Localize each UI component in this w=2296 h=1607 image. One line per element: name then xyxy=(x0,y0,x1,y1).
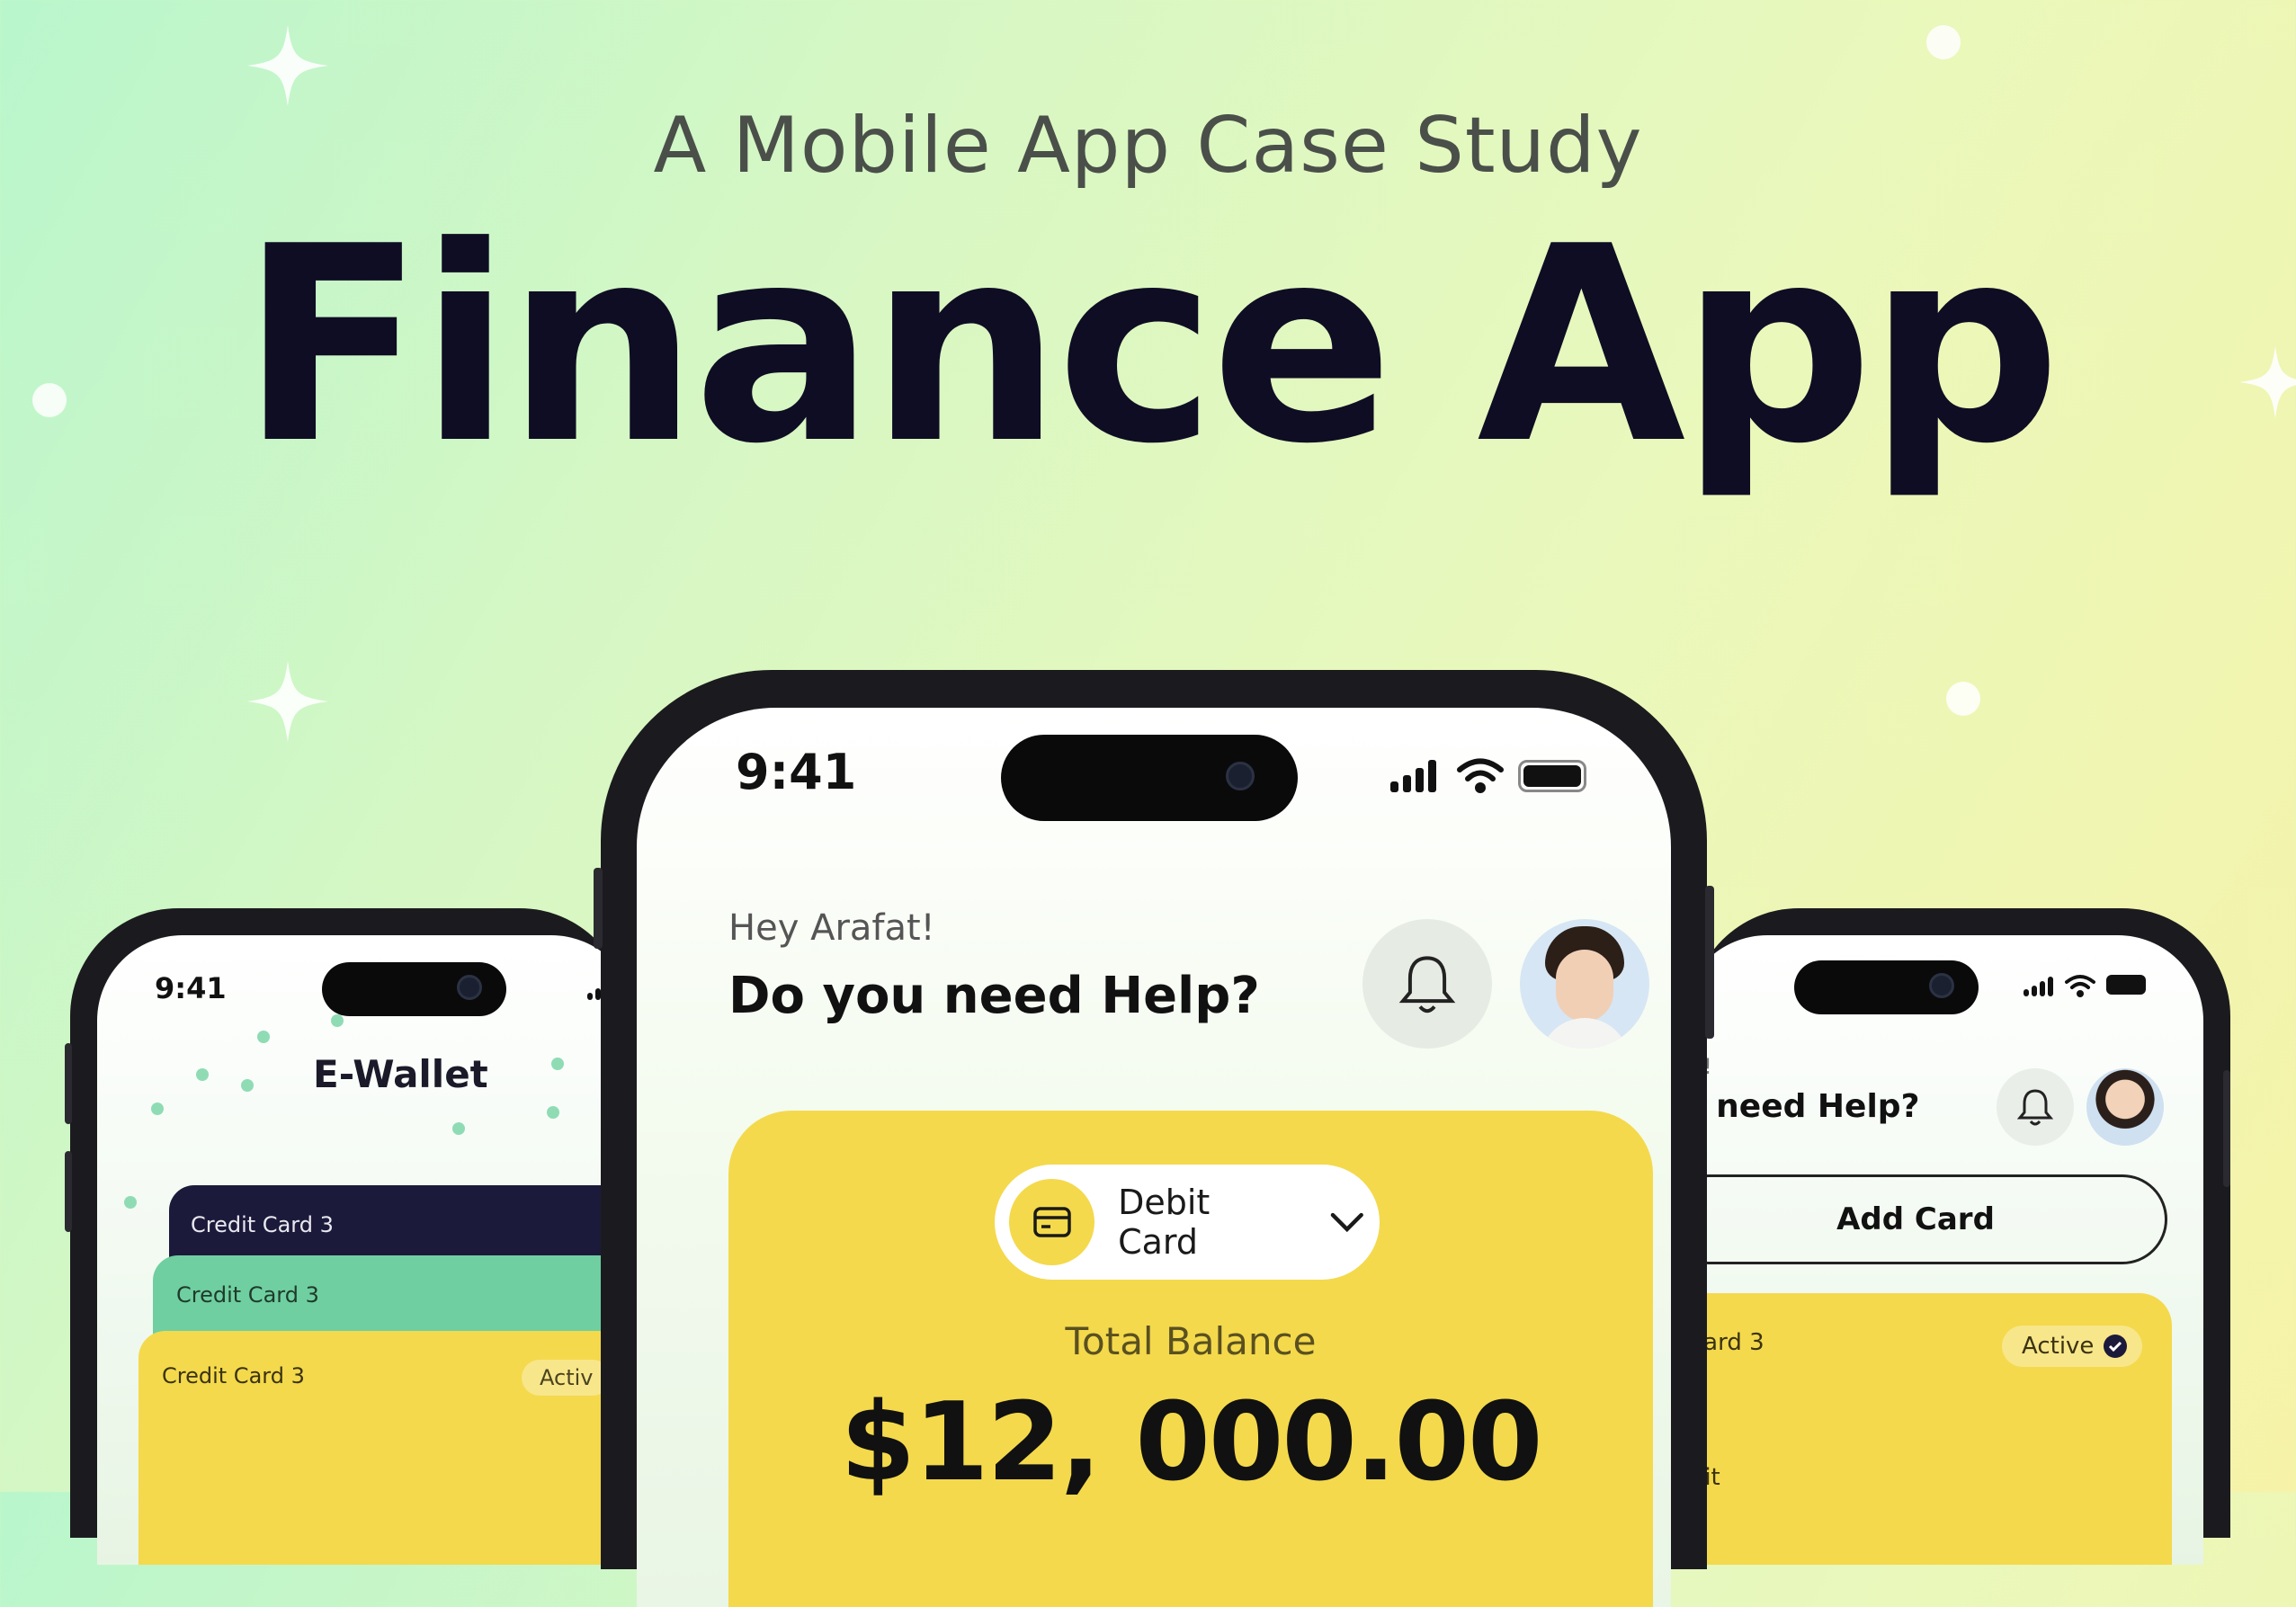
notification-button[interactable] xyxy=(1362,919,1492,1049)
badge-label: Active xyxy=(2022,1333,2095,1360)
balance-card[interactable]: Debit Card Total Balance $12, 000.00 xyxy=(728,1111,1653,1607)
credit-card-yellow[interactable]: Credit Card 3 Activ xyxy=(138,1331,637,1565)
dynamic-island xyxy=(322,962,506,1016)
center-phone-mockup: 9:41 Hey Arafat! Do you need Help? Debit… xyxy=(594,670,1714,1607)
center-phone-screen: 9:41 Hey Arafat! Do you need Help? Debit… xyxy=(637,708,1671,1607)
sparkle-icon xyxy=(247,25,328,106)
dynamic-island xyxy=(1794,960,1979,1014)
bell-icon xyxy=(2017,1089,2053,1126)
check-circle-icon xyxy=(2104,1335,2128,1358)
status-badge: Activ xyxy=(522,1360,612,1396)
avatar[interactable] xyxy=(1520,919,1649,1049)
card-type-label: Debit Card xyxy=(1118,1183,1211,1262)
signal-icon xyxy=(2024,977,2056,996)
card-label: Credit Card 3 xyxy=(191,1212,334,1237)
decor-dot xyxy=(1946,682,1980,716)
decor-dot xyxy=(1926,25,1961,59)
status-badge: Active xyxy=(2002,1326,2143,1367)
left-phone-screen: 9:41 E-Wallet Credit Card 3 Credit Card … xyxy=(97,935,637,1565)
left-phone-mockup: 9:41 E-Wallet Credit Card 3 Credit Card … xyxy=(65,908,637,1565)
right-phone-mockup: at! u need Help? Add Card Card 3 Active … xyxy=(1682,908,2230,1565)
greeting-text: Hey Arafat! xyxy=(728,907,935,949)
card-label: Credit Card 3 xyxy=(176,1282,319,1308)
right-phone-screen: at! u need Help? Add Card Card 3 Active … xyxy=(1682,935,2203,1565)
credit-card-icon xyxy=(1032,1207,1071,1237)
card-type-selector[interactable]: Debit Card xyxy=(995,1165,1380,1280)
balance-label: Total Balance xyxy=(1065,1319,1317,1363)
help-question: u need Help? xyxy=(1682,1088,1920,1125)
wifi-icon xyxy=(2065,975,2095,997)
notification-button[interactable] xyxy=(1997,1068,2074,1146)
balance-value: $12, 000.00 xyxy=(840,1380,1543,1505)
chevron-down-icon xyxy=(1331,1212,1364,1233)
status-time: 9:41 xyxy=(155,971,227,1005)
sparkle-icon xyxy=(247,661,328,742)
battery-icon xyxy=(1518,760,1586,792)
status-time: 9:41 xyxy=(736,744,857,800)
card-label: Credit Card 3 xyxy=(162,1363,305,1388)
screen-title: E-Wallet xyxy=(313,1052,488,1096)
avatar[interactable] xyxy=(2086,1068,2164,1146)
wifi-icon xyxy=(1457,758,1504,793)
bell-icon xyxy=(1398,956,1456,1013)
add-card-button[interactable]: Add Card xyxy=(1682,1174,2167,1264)
credit-card-yellow[interactable]: Card 3 Active mit xyxy=(1682,1293,2172,1565)
page-subtitle: A Mobile App Case Study xyxy=(653,101,1643,191)
help-question: Do you need Help? xyxy=(728,967,1260,1025)
battery-icon xyxy=(2106,975,2146,995)
card-icon-badge xyxy=(1009,1179,1095,1265)
signal-icon xyxy=(1390,760,1441,792)
dynamic-island xyxy=(1001,735,1298,821)
page-title: Finance App xyxy=(240,189,2061,503)
